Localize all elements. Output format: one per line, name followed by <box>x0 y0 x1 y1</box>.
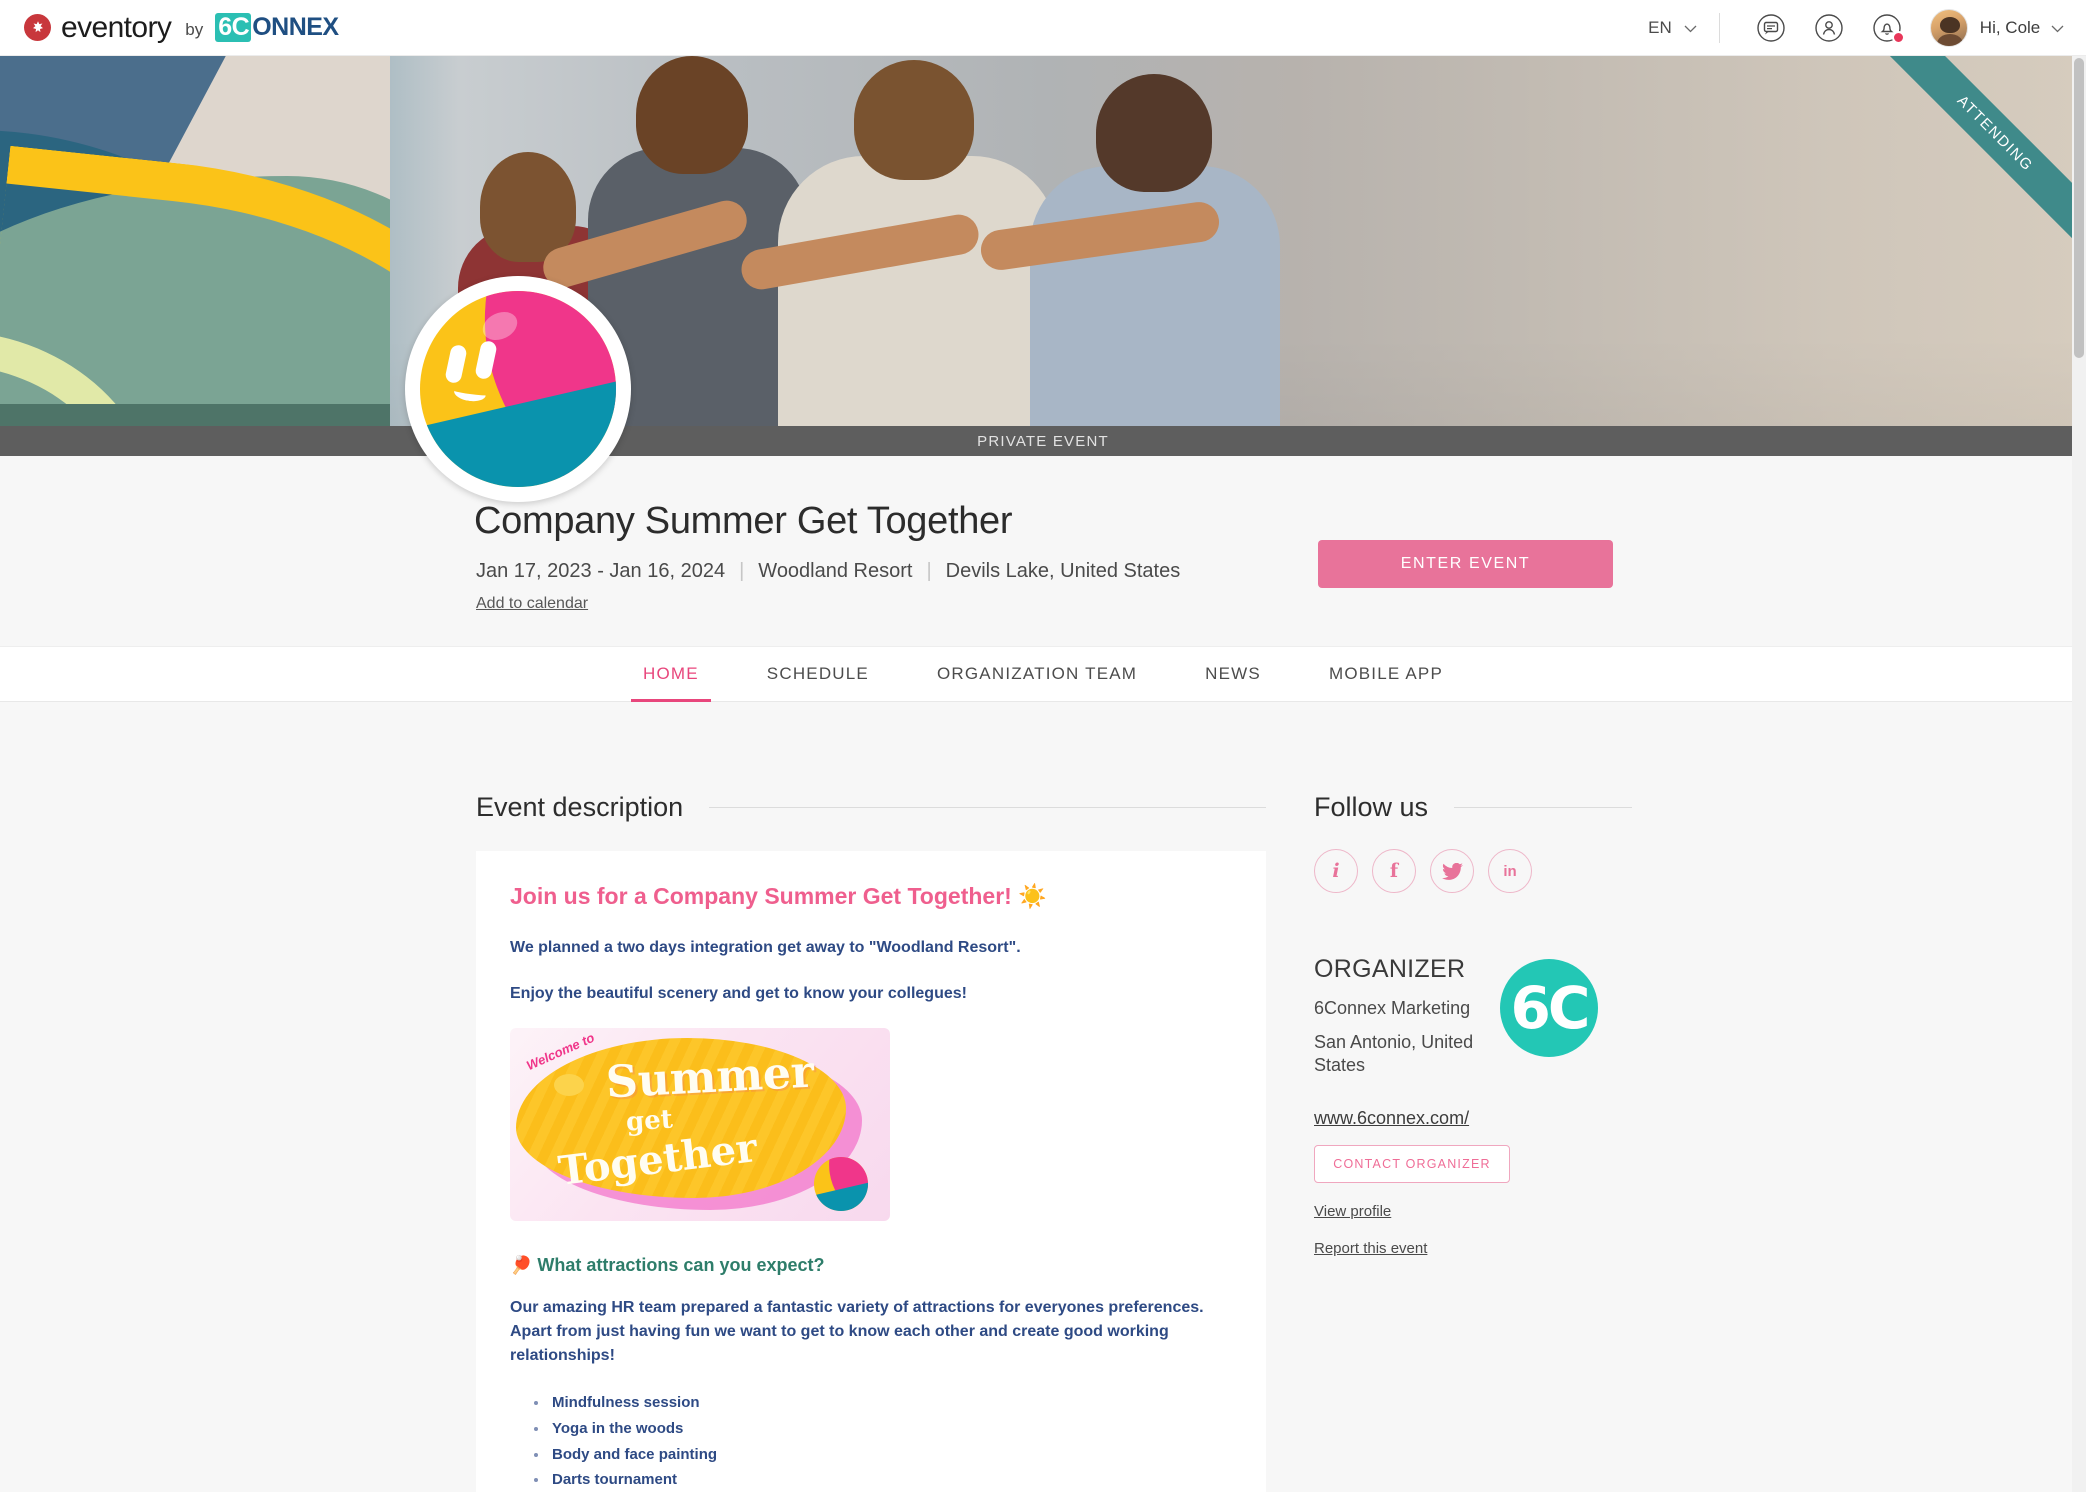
facebook-icon[interactable]: f <box>1372 849 1416 893</box>
user-menu[interactable]: Hi, Cole <box>1980 18 2064 38</box>
facebook-glyph: f <box>1389 860 1399 882</box>
attractions-paragraph: Our amazing HR team prepared a fantastic… <box>510 1299 1204 1364</box>
brand-name: eventory <box>61 10 172 44</box>
twitter-bird <box>1441 862 1463 880</box>
event-description-card: Join us for a Company Summer Get Togethe… <box>476 851 1266 1492</box>
notifications-icon[interactable] <box>1867 8 1907 48</box>
chevron-down-icon <box>1684 18 1697 38</box>
promo-beach-ball-icon <box>814 1157 868 1211</box>
tab-schedule[interactable]: SCHEDULE <box>733 646 903 702</box>
social-links: i f in <box>1314 849 1632 893</box>
header-divider <box>1718 12 1720 43</box>
main-content: Event description Join us for a Company … <box>0 702 2086 1492</box>
tab-news[interactable]: NEWS <box>1171 646 1295 702</box>
tab-home[interactable]: HOME <box>609 646 733 702</box>
organizer-website-link[interactable]: www.6connex.com/ <box>1314 1108 1469 1129</box>
event-banner: ATTENDING PRIVATE EVENT <box>0 56 2086 456</box>
language-selector[interactable]: EN <box>1648 18 1719 38</box>
event-nav-tabs: HOME SCHEDULE ORGANIZATION TEAM NEWS MOB… <box>0 646 2086 702</box>
list-item: Body and face painting <box>534 1442 1232 1468</box>
instagram-glyph: i <box>1332 860 1340 882</box>
description-headline: Join us for a Company Summer Get Togethe… <box>510 883 1047 909</box>
tab-mobile-app[interactable]: MOBILE APP <box>1295 646 1477 702</box>
community-icon[interactable] <box>1809 8 1849 48</box>
enter-event-button[interactable]: ENTER EVENT <box>1318 540 1613 588</box>
promo-line-1: Summer <box>604 1046 816 1109</box>
contact-organizer-button[interactable]: CONTACT ORGANIZER <box>1314 1144 1510 1183</box>
description-paragraph-1: We planned a two days integration get aw… <box>510 939 1021 956</box>
event-description-header: Event description <box>476 792 1266 823</box>
top-bar-actions: EN Hi, Cole <box>1648 8 2064 48</box>
promo-line-2: get <box>625 1104 674 1138</box>
attending-ribbon-label: ATTENDING <box>1864 56 2086 264</box>
top-navigation-bar: eventory by 6C ONNEX EN Hi, Cole <box>0 0 2086 56</box>
description-paragraph-2: Enjoy the beautiful scenery and get to k… <box>510 985 967 1002</box>
sixconnex-badge: 6C <box>215 13 252 42</box>
list-item: Yoga in the woods <box>534 1416 1232 1442</box>
page-title: Company Summer Get Together <box>474 500 1013 542</box>
banner-person <box>778 60 1058 456</box>
private-event-bar: PRIVATE EVENT <box>0 426 2086 456</box>
add-to-calendar-link[interactable]: Add to calendar <box>476 595 588 613</box>
private-event-label: PRIVATE EVENT <box>977 432 1109 450</box>
sixconnex-text: ONNEX <box>252 13 339 41</box>
event-venue: Woodland Resort <box>758 560 913 582</box>
page-scrollbar-thumb[interactable] <box>2074 58 2084 358</box>
instagram-icon[interactable]: i <box>1314 849 1358 893</box>
event-description-column: Event description Join us for a Company … <box>476 792 1266 1492</box>
brand-by-label: by <box>185 19 204 39</box>
list-item: Mindfulness session <box>534 1390 1232 1416</box>
attractions-heading: 🏓 What attractions can you expect? <box>510 1255 825 1275</box>
organizer-block: ORGANIZER 6Connex Marketing San Antonio,… <box>1314 955 1632 1257</box>
summer-get-together-graphic: Welcome to Summer get Together <box>510 1028 890 1221</box>
event-description-title: Event description <box>476 792 684 822</box>
beach-ball-icon <box>420 291 616 487</box>
twitter-icon[interactable] <box>1430 849 1474 893</box>
list-item: Darts tournament <box>534 1467 1232 1492</box>
organizer-logo: 6C <box>1500 959 1598 1057</box>
organizer-location: San Antonio, United States <box>1314 1032 1474 1076</box>
follow-us-header: Follow us <box>1314 792 1632 823</box>
user-greeting: Hi, Cole <box>1979 17 2041 37</box>
sidebar-column: Follow us i f in ORGANIZER 6Connex Marke… <box>1314 792 1632 1257</box>
meta-separator: | <box>739 560 745 582</box>
eventory-star-icon <box>24 14 51 41</box>
event-dates: Jan 17, 2023 - Jan 16, 2024 <box>476 560 726 582</box>
follow-us-title: Follow us <box>1314 792 1429 822</box>
notification-badge <box>1891 30 1905 44</box>
chevron-down-icon <box>2051 18 2064 38</box>
user-avatar[interactable] <box>1929 8 1968 47</box>
attending-ribbon: ATTENDING <box>1856 56 2086 286</box>
view-profile-link[interactable]: View profile <box>1314 1203 1632 1220</box>
chat-icon[interactable] <box>1751 8 1791 48</box>
linkedin-icon[interactable]: in <box>1488 849 1532 893</box>
brand-logo[interactable]: eventory by 6C ONNEX <box>24 11 339 45</box>
meta-separator: | <box>926 560 932 582</box>
event-logo <box>405 276 631 502</box>
sixconnex-logo: 6C ONNEX <box>215 13 339 42</box>
section-divider <box>709 807 1266 808</box>
banner-group-photo <box>380 56 2086 456</box>
event-header <box>0 456 2086 646</box>
linkedin-glyph: in <box>1503 862 1517 880</box>
event-location: Devils Lake, United States <box>945 560 1181 582</box>
section-divider <box>1454 807 1632 808</box>
attractions-list: Mindfulness session Yoga in the woods Bo… <box>534 1390 1232 1492</box>
report-event-link[interactable]: Report this event <box>1314 1240 1632 1257</box>
banner-artwork <box>0 56 390 456</box>
language-label: EN <box>1648 17 1672 37</box>
event-meta: Jan 17, 2023 - Jan 16, 2024 | Woodland R… <box>476 560 1180 583</box>
tab-organization-team[interactable]: ORGANIZATION TEAM <box>903 646 1171 702</box>
